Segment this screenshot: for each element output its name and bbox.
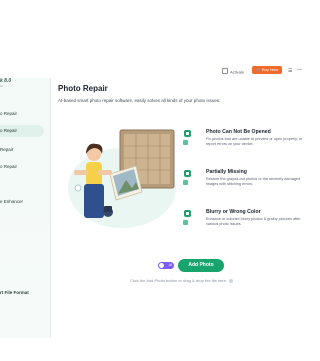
sidebar-item-label: o Repair — [0, 128, 18, 133]
sidebar-item-label: o Repair — [0, 111, 18, 116]
drop-hint: Click the Add Photo button or drag & dro… — [130, 278, 233, 283]
activate-label: Activate — [230, 69, 245, 75]
sidebar-item-repair-1[interactable]: o Repair — [0, 108, 44, 120]
sidebar-item-label: o Repair — [0, 164, 18, 169]
page-subtitle: AI-based smart photo repair software, ea… — [58, 98, 221, 103]
brand-logo: k 8.0 Ai — [0, 78, 11, 88]
sidebar-item-label: e Enhancer — [0, 199, 24, 204]
top-bar: Activate 🛒 Buy Now ☰ — — [50, 64, 306, 78]
add-photo-button[interactable]: Add Photo — [178, 259, 224, 272]
key-icon — [222, 68, 228, 74]
buy-now-button[interactable]: 🛒 Buy Now — [252, 66, 283, 74]
brand-sub: Ai — [0, 84, 3, 88]
ai-toggle[interactable]: AI — [158, 262, 174, 269]
activate-button[interactable]: Activate — [222, 68, 244, 76]
feature-title: Photo Can Not Be Opened — [206, 129, 271, 135]
photo-repair-illustration — [68, 129, 176, 228]
main-panel: Photo Repair AI-based smart photo repair… — [58, 78, 306, 338]
sidebar-item-file-format[interactable]: rt File Format — [0, 290, 29, 295]
app-window: k 8.0 Ai o Repair o Repair Repair o Repa… — [0, 66, 306, 338]
check-icon — [183, 220, 188, 225]
sidebar-item-photo-repair[interactable]: o Repair — [0, 125, 44, 137]
image-missing-icon — [184, 170, 191, 177]
image-broken-icon — [184, 130, 191, 137]
menu-icon[interactable]: ☰ — [288, 68, 292, 74]
minimize-icon[interactable]: — — [297, 67, 302, 73]
sidebar-item-enhancer[interactable]: e Enhancer — [0, 196, 44, 208]
page-title: Photo Repair — [58, 84, 108, 93]
drop-hint-text: Click the Add Photo button or drag & dro… — [130, 278, 227, 283]
check-icon — [183, 140, 188, 145]
help-icon[interactable] — [228, 278, 233, 283]
sidebar-item-repair-4[interactable]: o Repair — [0, 161, 44, 173]
image-blur-icon — [184, 210, 191, 217]
feature-desc: Restore the grayed-out photos or the sev… — [206, 177, 301, 186]
feature-title: Partially Missing — [206, 169, 247, 175]
feature-desc: Enhance or colorize blurry photos & grai… — [206, 217, 301, 226]
sidebar-item-repair-3[interactable]: Repair — [0, 144, 44, 156]
sidebar: k 8.0 Ai o Repair o Repair Repair o Repa… — [0, 78, 51, 338]
feature-title: Blurry or Wrong Color — [206, 209, 261, 215]
sidebar-item-label: Repair — [0, 147, 14, 152]
check-icon — [183, 180, 188, 185]
feature-desc: Fix photos that are unable to preview or… — [206, 137, 303, 146]
cart-icon: 🛒 — [256, 67, 261, 72]
buy-now-label: Buy Now — [262, 67, 279, 72]
